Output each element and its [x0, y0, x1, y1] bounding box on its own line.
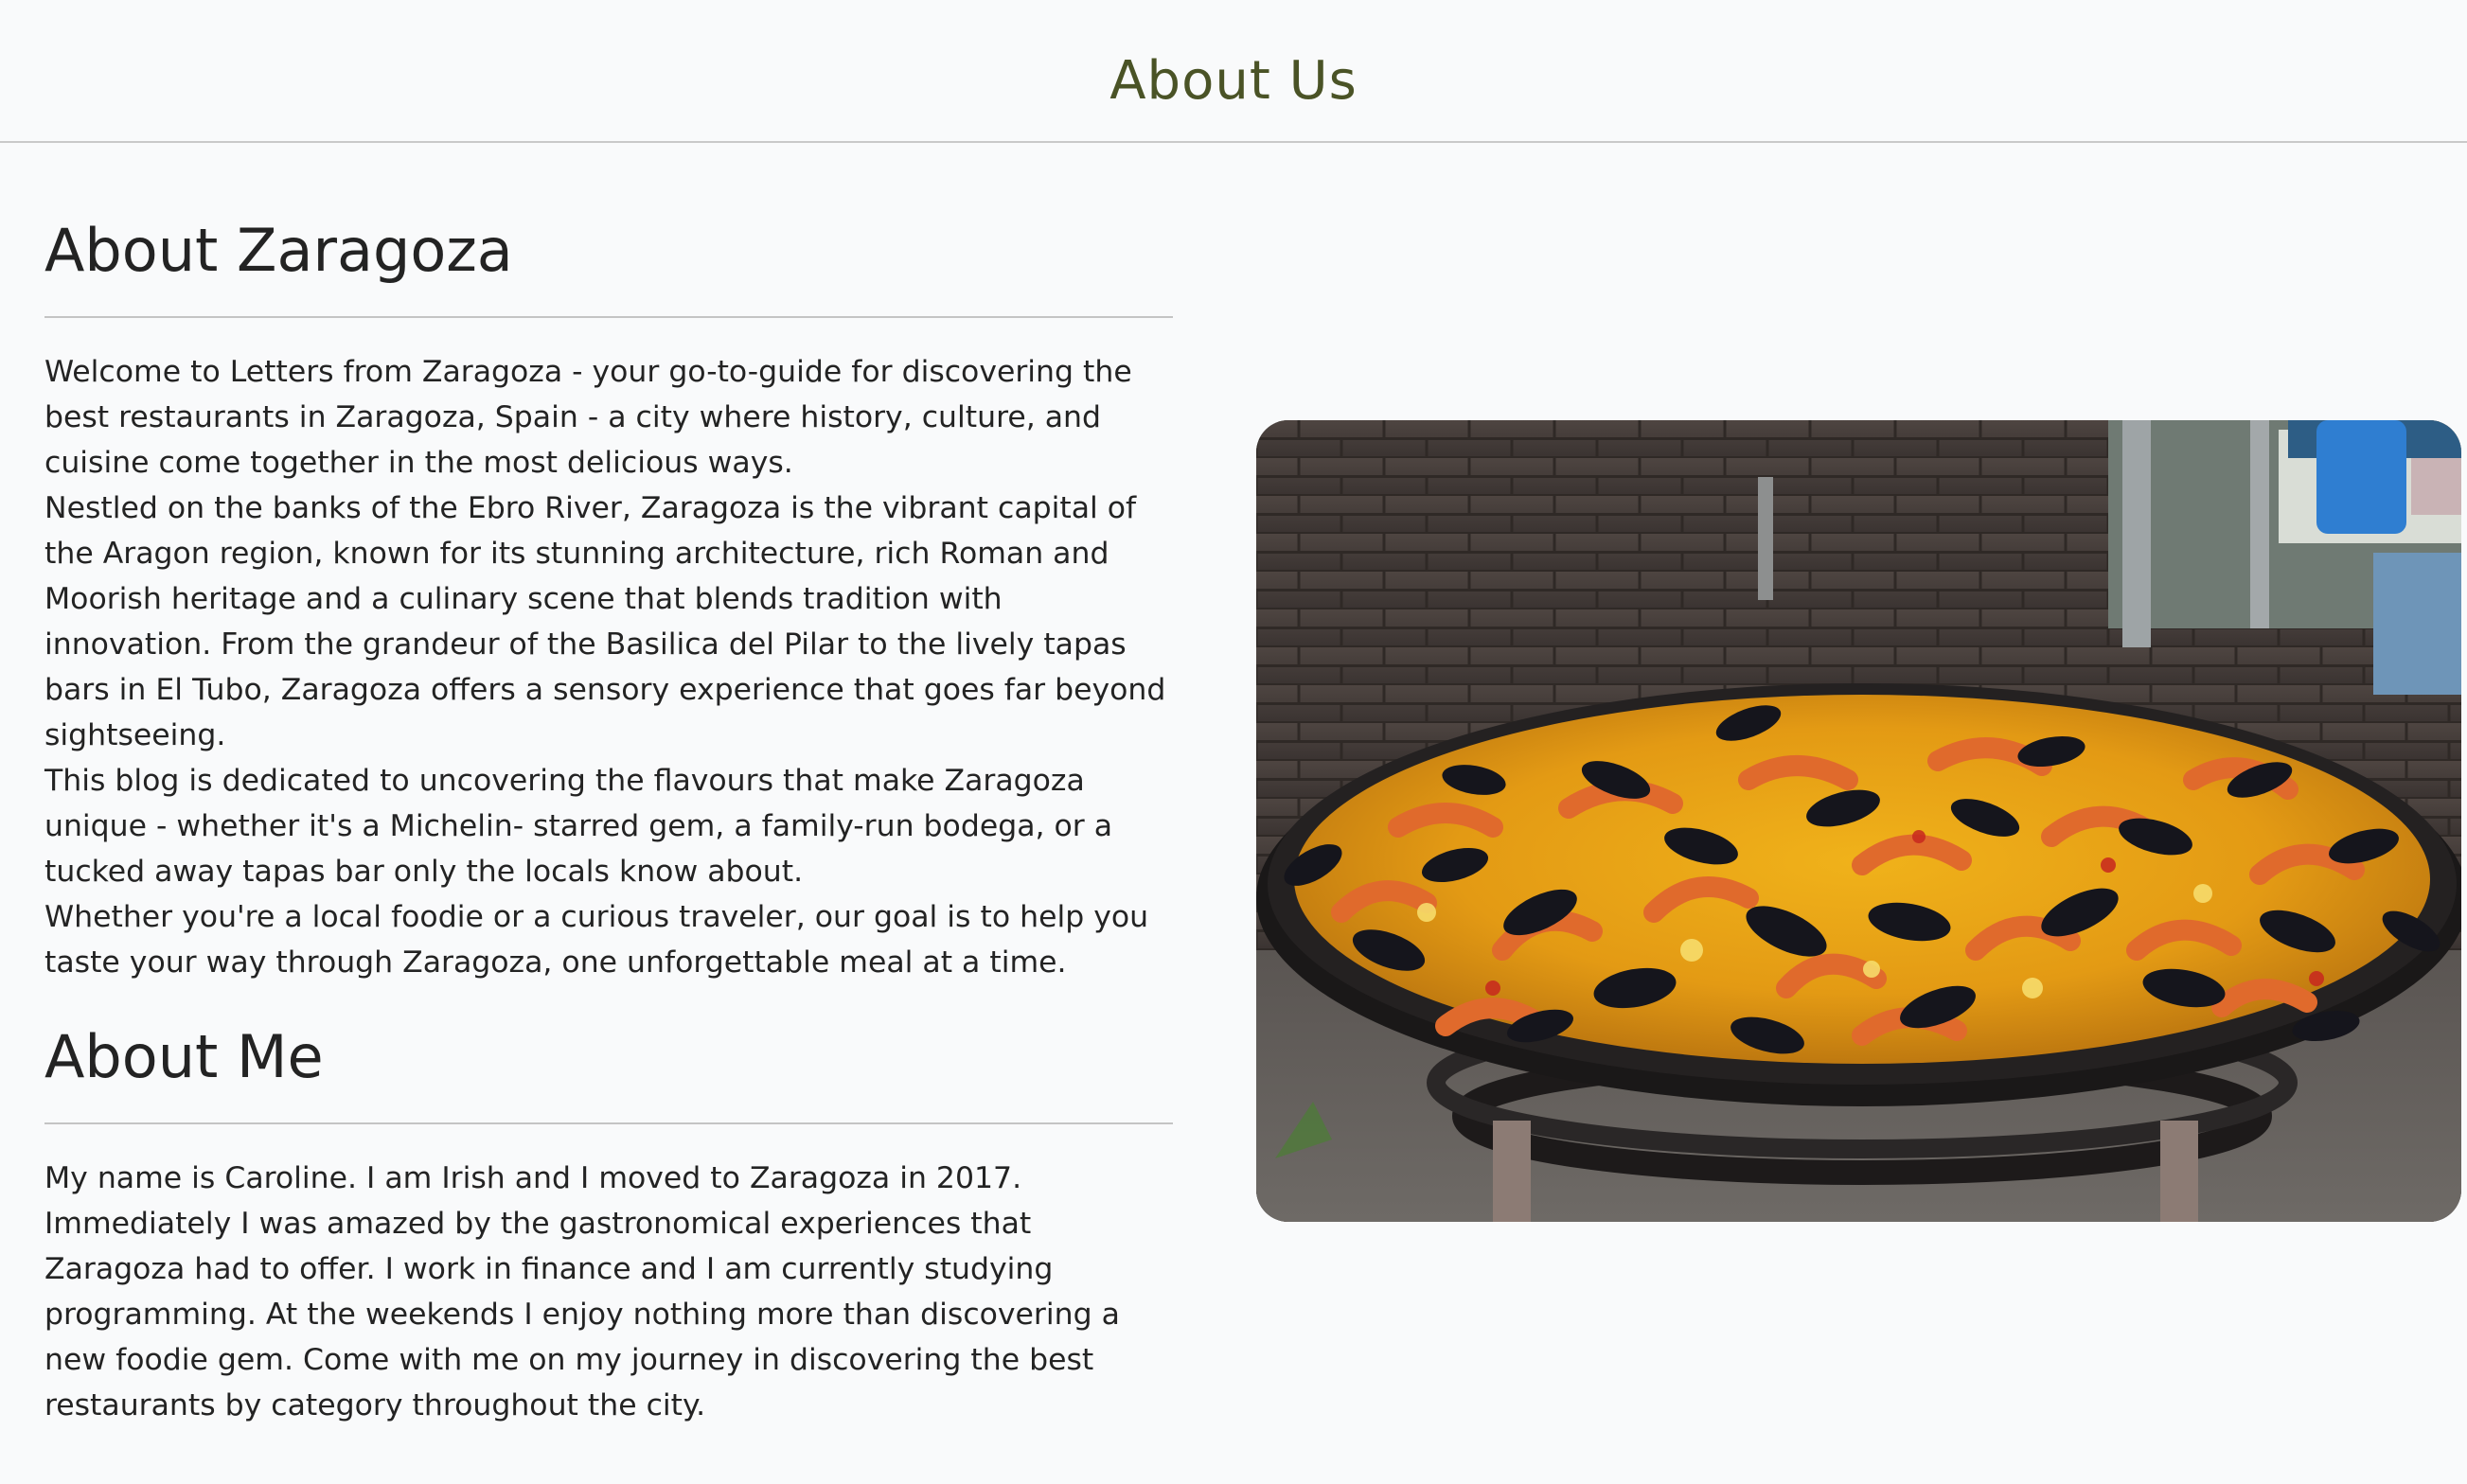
paella-photo-illustration — [1256, 420, 2461, 1222]
about-zaragoza-paragraph: Whether you're a local foodie or a curio… — [44, 900, 1149, 980]
page-header: About Us — [0, 0, 2467, 143]
section-divider — [44, 1122, 1173, 1124]
about-me-text: My name is Caroline. I am Irish and I mo… — [44, 1156, 1173, 1428]
about-zaragoza-heading: About Zaragoza — [44, 216, 513, 285]
paella-pan-image — [1256, 420, 2461, 1222]
page-title: About Us — [1109, 50, 1358, 112]
about-us-page: About Us About Zaragoza Welcome to Lette… — [0, 0, 2467, 1484]
about-me-heading: About Me — [44, 1022, 324, 1091]
about-zaragoza-paragraph: Nestled on the banks of the Ebro River, … — [44, 491, 1166, 752]
about-zaragoza-paragraph: Welcome to Letters from Zaragoza - your … — [44, 355, 1132, 480]
about-me-paragraph: My name is Caroline. I am Irish and I mo… — [44, 1161, 1120, 1422]
about-me-section: About Me My name is Caroline. I am Irish… — [44, 1005, 1173, 1428]
about-zaragoza-paragraph: This blog is dedicated to uncovering the… — [44, 764, 1113, 889]
about-zaragoza-text: Welcome to Letters from Zaragoza - your … — [44, 349, 1173, 985]
section-divider — [44, 316, 1173, 318]
about-zaragoza-section: About Zaragoza Welcome to Letters from Z… — [44, 199, 1173, 985]
content-column: About Zaragoza Welcome to Letters from Z… — [44, 199, 1173, 1428]
